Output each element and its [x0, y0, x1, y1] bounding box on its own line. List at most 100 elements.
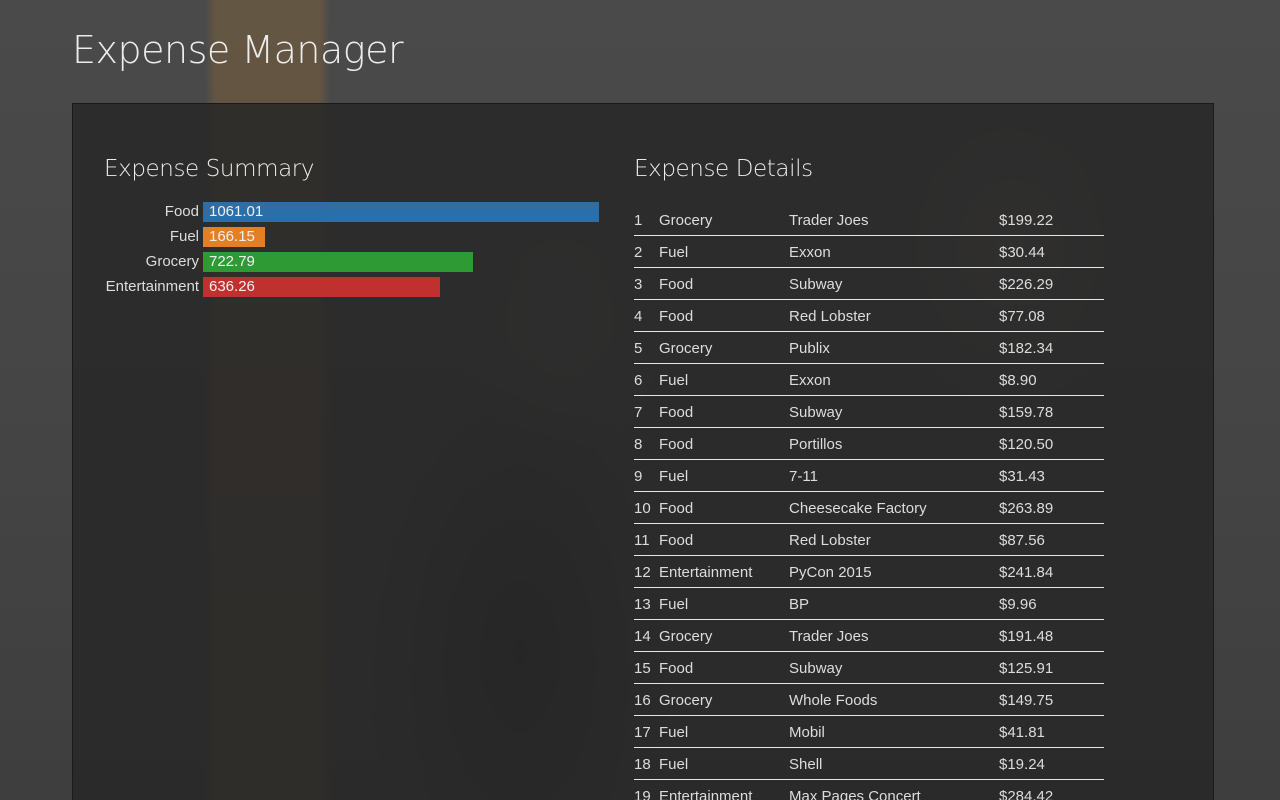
table-row: 13 Fuel BP $9.96	[634, 588, 1104, 620]
table-row: 11 Food Red Lobster $87.56	[634, 524, 1104, 556]
row-amount: $9.96	[999, 596, 1037, 613]
row-number: 4	[634, 308, 643, 325]
bar-row-food: Food 1061.01	[73, 202, 613, 222]
bar-value-label: 636.26	[209, 278, 255, 295]
row-amount: $77.08	[999, 308, 1045, 325]
bar-category-label: Food	[164, 203, 199, 220]
row-number: 1	[634, 212, 643, 229]
row-number: 15	[634, 660, 651, 677]
row-amount: $41.81	[999, 724, 1045, 741]
expense-details-title: Expense Details	[634, 156, 813, 182]
row-category: Grocery	[659, 628, 713, 645]
row-amount: $120.50	[999, 436, 1054, 453]
row-number: 8	[634, 436, 643, 453]
bar-row-fuel: Fuel 166.15	[73, 227, 613, 247]
expense-summary-chart: Food 1061.01 Fuel 166.15 Grocery 722.79 Entert…	[73, 202, 613, 312]
row-number: 7	[634, 404, 643, 421]
row-number: 18	[634, 756, 651, 773]
row-vendor: Max Pages Concert	[789, 788, 921, 800]
row-number: 10	[634, 500, 651, 517]
table-row: 5 Grocery Publix $182.34	[634, 332, 1104, 364]
table-row: 10 Food Cheesecake Factory $263.89	[634, 492, 1104, 524]
row-amount: $125.91	[999, 660, 1054, 677]
row-number: 19	[634, 788, 651, 800]
row-vendor: Mobil	[789, 724, 825, 741]
page-title: Expense Manager	[72, 28, 404, 72]
row-category: Food	[659, 308, 694, 325]
row-vendor: Cheesecake Factory	[789, 500, 927, 517]
table-row: 9 Fuel 7-11 $31.43	[634, 460, 1104, 492]
row-amount: $87.56	[999, 532, 1045, 549]
row-number: 17	[634, 724, 651, 741]
bar-row-grocery: Grocery 722.79	[73, 252, 613, 272]
row-category: Fuel	[659, 468, 689, 485]
row-category: Entertainment	[659, 564, 753, 581]
row-number: 11	[634, 532, 650, 549]
row-amount: $31.43	[999, 468, 1045, 485]
row-number: 2	[634, 244, 643, 261]
row-vendor: Exxon	[789, 244, 831, 261]
row-amount: $19.24	[999, 756, 1045, 773]
table-row: 7 Food Subway $159.78	[634, 396, 1104, 428]
row-category: Entertainment	[659, 788, 753, 800]
row-vendor: 7-11	[789, 468, 818, 485]
row-amount: $226.29	[999, 276, 1054, 293]
table-row: 2 Fuel Exxon $30.44	[634, 236, 1104, 268]
table-row: 14 Grocery Trader Joes $191.48	[634, 620, 1104, 652]
bar-category-label: Grocery	[145, 253, 199, 270]
bar-row-entertainment: Entertainment 636.26	[73, 277, 613, 297]
row-vendor: Subway	[789, 276, 843, 293]
row-vendor: Portillos	[789, 436, 843, 453]
row-amount: $241.84	[999, 564, 1054, 581]
row-number: 16	[634, 692, 651, 709]
table-row: 18 Fuel Shell $19.24	[634, 748, 1104, 780]
row-vendor: BP	[789, 596, 810, 613]
row-amount: $191.48	[999, 628, 1054, 645]
row-category: Fuel	[659, 244, 689, 261]
row-number: 9	[634, 468, 643, 485]
bar-value-label: 722.79	[209, 253, 255, 270]
row-category: Fuel	[659, 596, 689, 613]
row-category: Food	[659, 500, 694, 517]
table-row: 1 Grocery Trader Joes $199.22	[634, 204, 1104, 236]
row-vendor: Subway	[789, 404, 843, 421]
expense-summary-title: Expense Summary	[104, 156, 315, 182]
table-row: 19 Entertainment Max Pages Concert $284.42	[634, 780, 1104, 800]
row-category: Fuel	[659, 756, 689, 773]
bar-value-label: 166.15	[209, 228, 255, 245]
expense-details-table: 1 Grocery Trader Joes $199.22 2 Fuel Exxon $30.…	[634, 204, 1104, 800]
row-category: Fuel	[659, 372, 689, 389]
row-amount: $149.75	[999, 692, 1054, 709]
table-row: 3 Food Subway $226.29	[634, 268, 1104, 300]
row-vendor: Trader Joes	[789, 628, 869, 645]
row-number: 13	[634, 596, 651, 613]
bar-category-label: Entertainment	[105, 278, 199, 295]
row-vendor: Red Lobster	[789, 308, 871, 325]
bar-category-label: Fuel	[169, 228, 199, 245]
row-amount: $263.89	[999, 500, 1054, 517]
row-amount: $199.22	[999, 212, 1054, 229]
row-vendor: PyCon 2015	[789, 564, 872, 581]
row-vendor: Red Lobster	[789, 532, 871, 549]
row-vendor: Exxon	[789, 372, 831, 389]
row-number: 5	[634, 340, 643, 357]
row-vendor: Publix	[789, 340, 830, 357]
row-amount: $159.78	[999, 404, 1054, 421]
row-vendor: Trader Joes	[789, 212, 869, 229]
row-vendor: Shell	[789, 756, 823, 773]
table-row: 16 Grocery Whole Foods $149.75	[634, 684, 1104, 716]
table-row: 17 Fuel Mobil $41.81	[634, 716, 1104, 748]
row-amount: $284.42	[999, 788, 1054, 800]
row-category: Food	[659, 660, 694, 677]
table-row: 15 Food Subway $125.91	[634, 652, 1104, 684]
row-category: Grocery	[659, 692, 713, 709]
row-number: 14	[634, 628, 651, 645]
row-category: Food	[659, 436, 694, 453]
table-row: 12 Entertainment PyCon 2015 $241.84	[634, 556, 1104, 588]
table-row: 8 Food Portillos $120.50	[634, 428, 1104, 460]
row-category: Grocery	[659, 212, 713, 229]
row-category: Fuel	[659, 724, 689, 741]
row-number: 12	[634, 564, 651, 581]
table-row: 4 Food Red Lobster $77.08	[634, 300, 1104, 332]
row-amount: $30.44	[999, 244, 1045, 261]
